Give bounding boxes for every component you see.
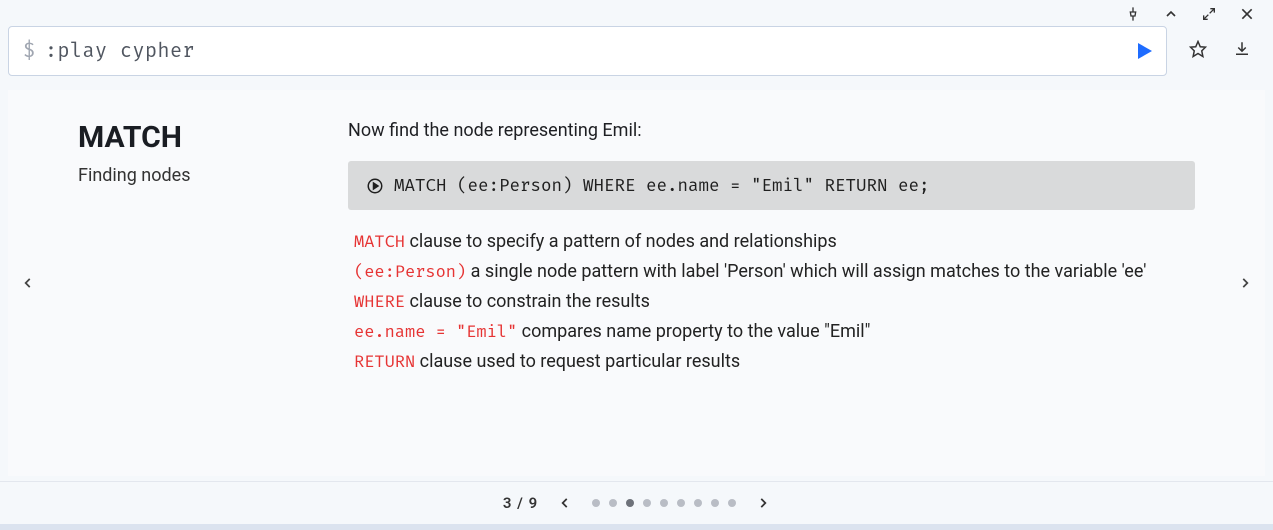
page-dot[interactable] (609, 499, 617, 507)
code-inline: RETURN (354, 351, 415, 372)
bullet-text: clause to specify a pattern of nodes and… (405, 231, 837, 252)
bullet-item: ee.name = "Emil" compares name property … (354, 318, 1195, 346)
intro-text: Now find the node representing Emil: (348, 120, 1195, 141)
bullet-text: clause used to request particular result… (415, 351, 740, 372)
page-dot[interactable] (660, 499, 668, 507)
bullet-text: a single node pattern with label 'Person… (466, 261, 1146, 282)
prev-page-arrow[interactable] (558, 496, 572, 510)
download-icon[interactable] (1233, 40, 1251, 62)
bullet-item: WHERE clause to constrain the results (354, 288, 1195, 316)
page-dot[interactable] (677, 499, 685, 507)
page-title: MATCH (78, 120, 328, 155)
bullet-item: RETURN clause used to request particular… (354, 348, 1195, 376)
page-dot[interactable] (711, 499, 719, 507)
bullet-item: MATCH clause to specify a pattern of nod… (354, 228, 1195, 256)
bullet-text: compares name property to the value "Emi… (517, 321, 870, 342)
chevron-up-icon[interactable] (1163, 6, 1179, 22)
page-dot[interactable] (592, 499, 600, 507)
code-text: MATCH (ee:Person) WHERE ee.name = "Emil"… (394, 175, 930, 196)
run-button[interactable] (1132, 39, 1156, 63)
command-input[interactable]: $ :play cypher (8, 26, 1167, 76)
bullet-text: clause to constrain the results (405, 291, 650, 312)
code-inline: WHERE (354, 291, 405, 312)
prev-page-side[interactable] (8, 90, 48, 476)
code-block[interactable]: MATCH (ee:Person) WHERE ee.name = "Emil"… (348, 161, 1195, 210)
code-inline: ee.name = "Emil" (354, 321, 517, 342)
page-dot[interactable] (694, 499, 702, 507)
bottom-bar (0, 524, 1273, 530)
prompt-symbol: $ (23, 39, 35, 63)
page-dot[interactable] (728, 499, 736, 507)
play-circle-icon (366, 177, 384, 195)
next-page-arrow[interactable] (756, 496, 770, 510)
pin-icon[interactable] (1125, 6, 1141, 22)
page-body: MATCH Finding nodes Now find the node re… (48, 90, 1225, 476)
page-counter: 3 / 9 (503, 494, 538, 512)
next-page-side[interactable] (1225, 90, 1265, 476)
page-dot[interactable] (643, 499, 651, 507)
command-text: :play cypher (45, 39, 195, 63)
page-dot[interactable] (626, 499, 634, 507)
expand-icon[interactable] (1201, 6, 1217, 22)
bullet-item: (ee:Person) a single node pattern with l… (354, 258, 1195, 286)
page-subtitle: Finding nodes (78, 165, 328, 186)
code-inline: (ee:Person) (354, 261, 466, 282)
code-inline: MATCH (354, 231, 405, 252)
close-icon[interactable] (1239, 6, 1255, 22)
star-icon[interactable] (1189, 40, 1207, 62)
